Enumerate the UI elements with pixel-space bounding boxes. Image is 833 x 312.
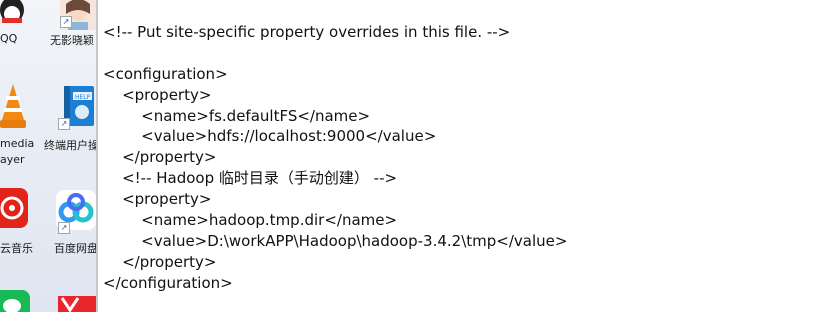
editor-content[interactable]: <!-- Put site-specific property override…: [103, 22, 567, 294]
desktop-label-player: ayer: [0, 153, 25, 166]
desktop-label-avatar: 无影晓颖: [50, 34, 94, 47]
desktop-label-netdisk: 百度网盘: [54, 242, 98, 255]
shortcut-arrow-icon: ↗: [58, 118, 70, 130]
netease-music-icon[interactable]: [0, 188, 28, 230]
text-editor-window[interactable]: <!-- Put site-specific property override…: [98, 0, 833, 312]
qq-icon[interactable]: [0, 0, 30, 28]
code-line-13[interactable]: </configuration>: [103, 273, 567, 294]
code-line-7[interactable]: </property>: [103, 147, 567, 168]
code-line-6[interactable]: <value>hdfs://localhost:9000</value>: [103, 126, 567, 147]
code-line-9[interactable]: <property>: [103, 189, 567, 210]
svg-text:HELP: HELP: [75, 94, 91, 101]
code-line-12[interactable]: </property>: [103, 252, 567, 273]
shortcut-arrow-icon: ↗: [60, 16, 72, 28]
app-red-icon[interactable]: [58, 296, 96, 312]
code-line-8[interactable]: <!-- Hadoop 临时目录（手动创建） -->: [103, 168, 567, 189]
desktop-label-music: 云音乐: [0, 242, 33, 255]
wechat-icon[interactable]: [0, 290, 30, 312]
vlc-media-player-icon[interactable]: [0, 84, 26, 130]
code-line-10[interactable]: <name>hadoop.tmp.dir</name>: [103, 210, 567, 231]
code-line-1[interactable]: <!-- Put site-specific property override…: [103, 22, 567, 43]
desktop-area: QQ ↗ 无影晓颖 media ayer HELP ↗ 终端用户操 云音乐 ↗ …: [0, 0, 98, 312]
desktop-label-help: 终端用户操: [44, 139, 98, 152]
desktop-label-media: media: [0, 137, 35, 150]
shortcut-arrow-icon: ↗: [58, 222, 70, 234]
code-line-11[interactable]: <value>D:\workAPP\Hadoop\hadoop-3.4.2\tm…: [103, 231, 567, 252]
code-line-3[interactable]: <configuration>: [103, 64, 567, 85]
code-line-2[interactable]: [103, 43, 567, 64]
code-line-5[interactable]: <name>fs.defaultFS</name>: [103, 106, 567, 127]
code-line-4[interactable]: <property>: [103, 85, 567, 106]
desktop-label-qq: QQ: [0, 32, 18, 45]
